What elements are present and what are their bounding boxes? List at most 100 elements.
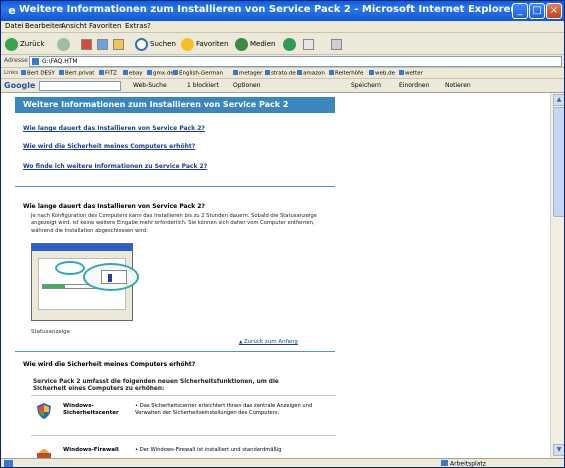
q2-heading: Wie wird die Sicherheit meines Computers… [23,361,196,368]
highlight-ring [55,261,85,275]
menu-edit[interactable]: Bearbeiten [25,22,63,30]
menu-tools[interactable]: Extras [125,22,147,30]
media-icon [235,37,248,51]
progress-zoom-callout [83,263,139,291]
menu-view[interactable]: Ansicht [61,22,87,30]
wizard-progress-fill [43,285,65,288]
shield-icon [37,403,51,419]
feature-name: Windows-Sicherheitscenter [63,403,119,417]
link-item[interactable]: metager [233,70,262,77]
toc-link-install-duration[interactable]: Wie lange dauert das Installieren von Se… [23,125,205,132]
zoomed-progress-bar [101,270,127,284]
toc-link-security[interactable]: Wie wird die Sicherheit meines Computers… [23,143,195,150]
back-to-top-link[interactable]: Zurück zum Anfang [239,339,298,345]
address-input[interactable]: G:\FAQ.HTM [29,56,562,67]
search-label: Suchen [150,40,176,48]
feature-description: Der Windows-Firewall ist installiert und… [135,447,325,454]
favorites-label: Favoriten [196,40,229,48]
minimize-button[interactable]: _ [512,3,528,19]
stop-button[interactable] [81,36,94,52]
sort-button[interactable]: Einordnen [399,82,429,89]
media-label: Medien [250,40,276,48]
google-search-input[interactable] [39,81,121,91]
print-icon [331,38,342,50]
star-icon [181,37,194,51]
web-search-button[interactable]: Web-Suche [133,82,167,89]
menu-favorites[interactable]: Favoriten [89,22,121,30]
scroll-up-arrow-icon[interactable]: ▲ [553,94,564,106]
internet-explorer-icon: e [8,4,16,17]
feature-divider [31,435,336,436]
links-bar: Links Bert DESY Bert privat FITZ ebay gm… [1,68,564,79]
address-bar: Adresse G:\FAQ.HTM [1,55,564,68]
popup-blocked-button[interactable]: 1 blockiert [187,82,219,89]
feature-row: Windows-Sicherheitscenter Das Sicherheit… [35,401,335,431]
vertical-scrollbar[interactable]: ▲ ▼ [550,93,564,458]
links-label: Links [4,70,19,76]
standard-toolbar: Zurück Suchen Favoriten Medien [1,33,564,55]
link-item[interactable]: ebay [123,70,143,77]
history-button[interactable] [283,36,298,52]
q2-subhead: Service Pack 2 umfasst die folgenden neu… [33,379,279,393]
link-item[interactable]: Bert DESY [21,70,55,77]
back-label: Zurück [20,40,45,48]
firewall-icon [37,449,51,458]
options-button[interactable]: Optionen [233,82,261,89]
mail-button[interactable] [303,36,316,52]
status-page-icon [4,460,13,467]
link-item[interactable]: wetter [399,70,423,77]
link-item[interactable]: FITZ [99,70,117,77]
refresh-button[interactable] [97,36,110,52]
close-button[interactable]: × [546,3,562,19]
status-bar: Arbeitsplatz [1,458,564,468]
q1-paragraph: Je nach Konfiguration des Computers kann… [31,213,317,234]
menu-help[interactable]: ? [147,22,151,30]
link-item[interactable]: gmx.de [147,70,174,77]
stop-icon [81,38,92,50]
home-icon [113,38,124,50]
feature-row: Windows-Firewall Der Windows-Firewall is… [35,445,335,458]
save-button[interactable]: Speichern [351,82,381,89]
search-icon [135,37,148,51]
favorites-button[interactable]: Favoriten [181,36,228,52]
print-button[interactable] [331,36,344,52]
forward-button[interactable] [57,36,72,52]
google-logo[interactable]: Google [4,81,35,90]
back-button[interactable]: Zurück [5,36,44,52]
maximize-button[interactable]: □ [529,3,545,19]
scroll-down-arrow-icon[interactable]: ▼ [553,444,564,456]
link-item[interactable]: strato.de [265,70,296,77]
feature-name: Windows-Firewall [63,447,119,453]
ie-window: e Weitere Informationen zum Installieren… [0,0,565,468]
media-button[interactable]: Medien [235,36,275,52]
link-item[interactable]: Reiterhöfe [329,70,363,77]
google-toolbar: Google Web-Suche 1 blockiert Optionen Sp… [1,79,564,93]
image-caption: Statusanzeige [31,329,71,335]
feature-description: Das Sicherheitscenter erleichtert Ihnen … [135,403,325,418]
security-zone: Arbeitsplatz [441,460,486,468]
window-title: Weitere Informationen zum Installieren v… [19,4,516,15]
link-item[interactable]: web.de [369,70,395,77]
zoomed-progress-fill [108,274,112,282]
section-divider [15,351,335,352]
history-icon [283,37,296,51]
toc-link-more-info[interactable]: Wo finde ich weitere Informationen zu Se… [23,163,207,170]
search-button[interactable]: Suchen [135,36,176,52]
address-label: Adresse [4,57,28,64]
forward-arrow-icon [57,37,70,51]
scroll-thumb[interactable] [553,107,564,217]
notes-button[interactable]: Notieren [445,82,471,89]
link-item[interactable]: amazon [297,70,325,77]
q1-heading: Wie lange dauert das Installieren von Se… [23,203,205,210]
feature-divider [31,395,336,396]
menu-bar: Datei Bearbeiten Ansicht Favoriten Extra… [1,21,564,33]
home-button[interactable] [113,36,126,52]
link-item[interactable]: English-German [173,70,223,77]
title-bar: e Weitere Informationen zum Installieren… [1,1,564,21]
menu-file[interactable]: Datei [5,22,24,30]
mail-icon [303,38,314,50]
wizard-title-bar [32,244,132,251]
link-item[interactable]: Bert privat [59,70,94,77]
table-of-contents: Wie lange dauert das Installieren von Se… [15,113,335,187]
page-content: Weitere Informationen zum Installieren v… [1,93,550,458]
